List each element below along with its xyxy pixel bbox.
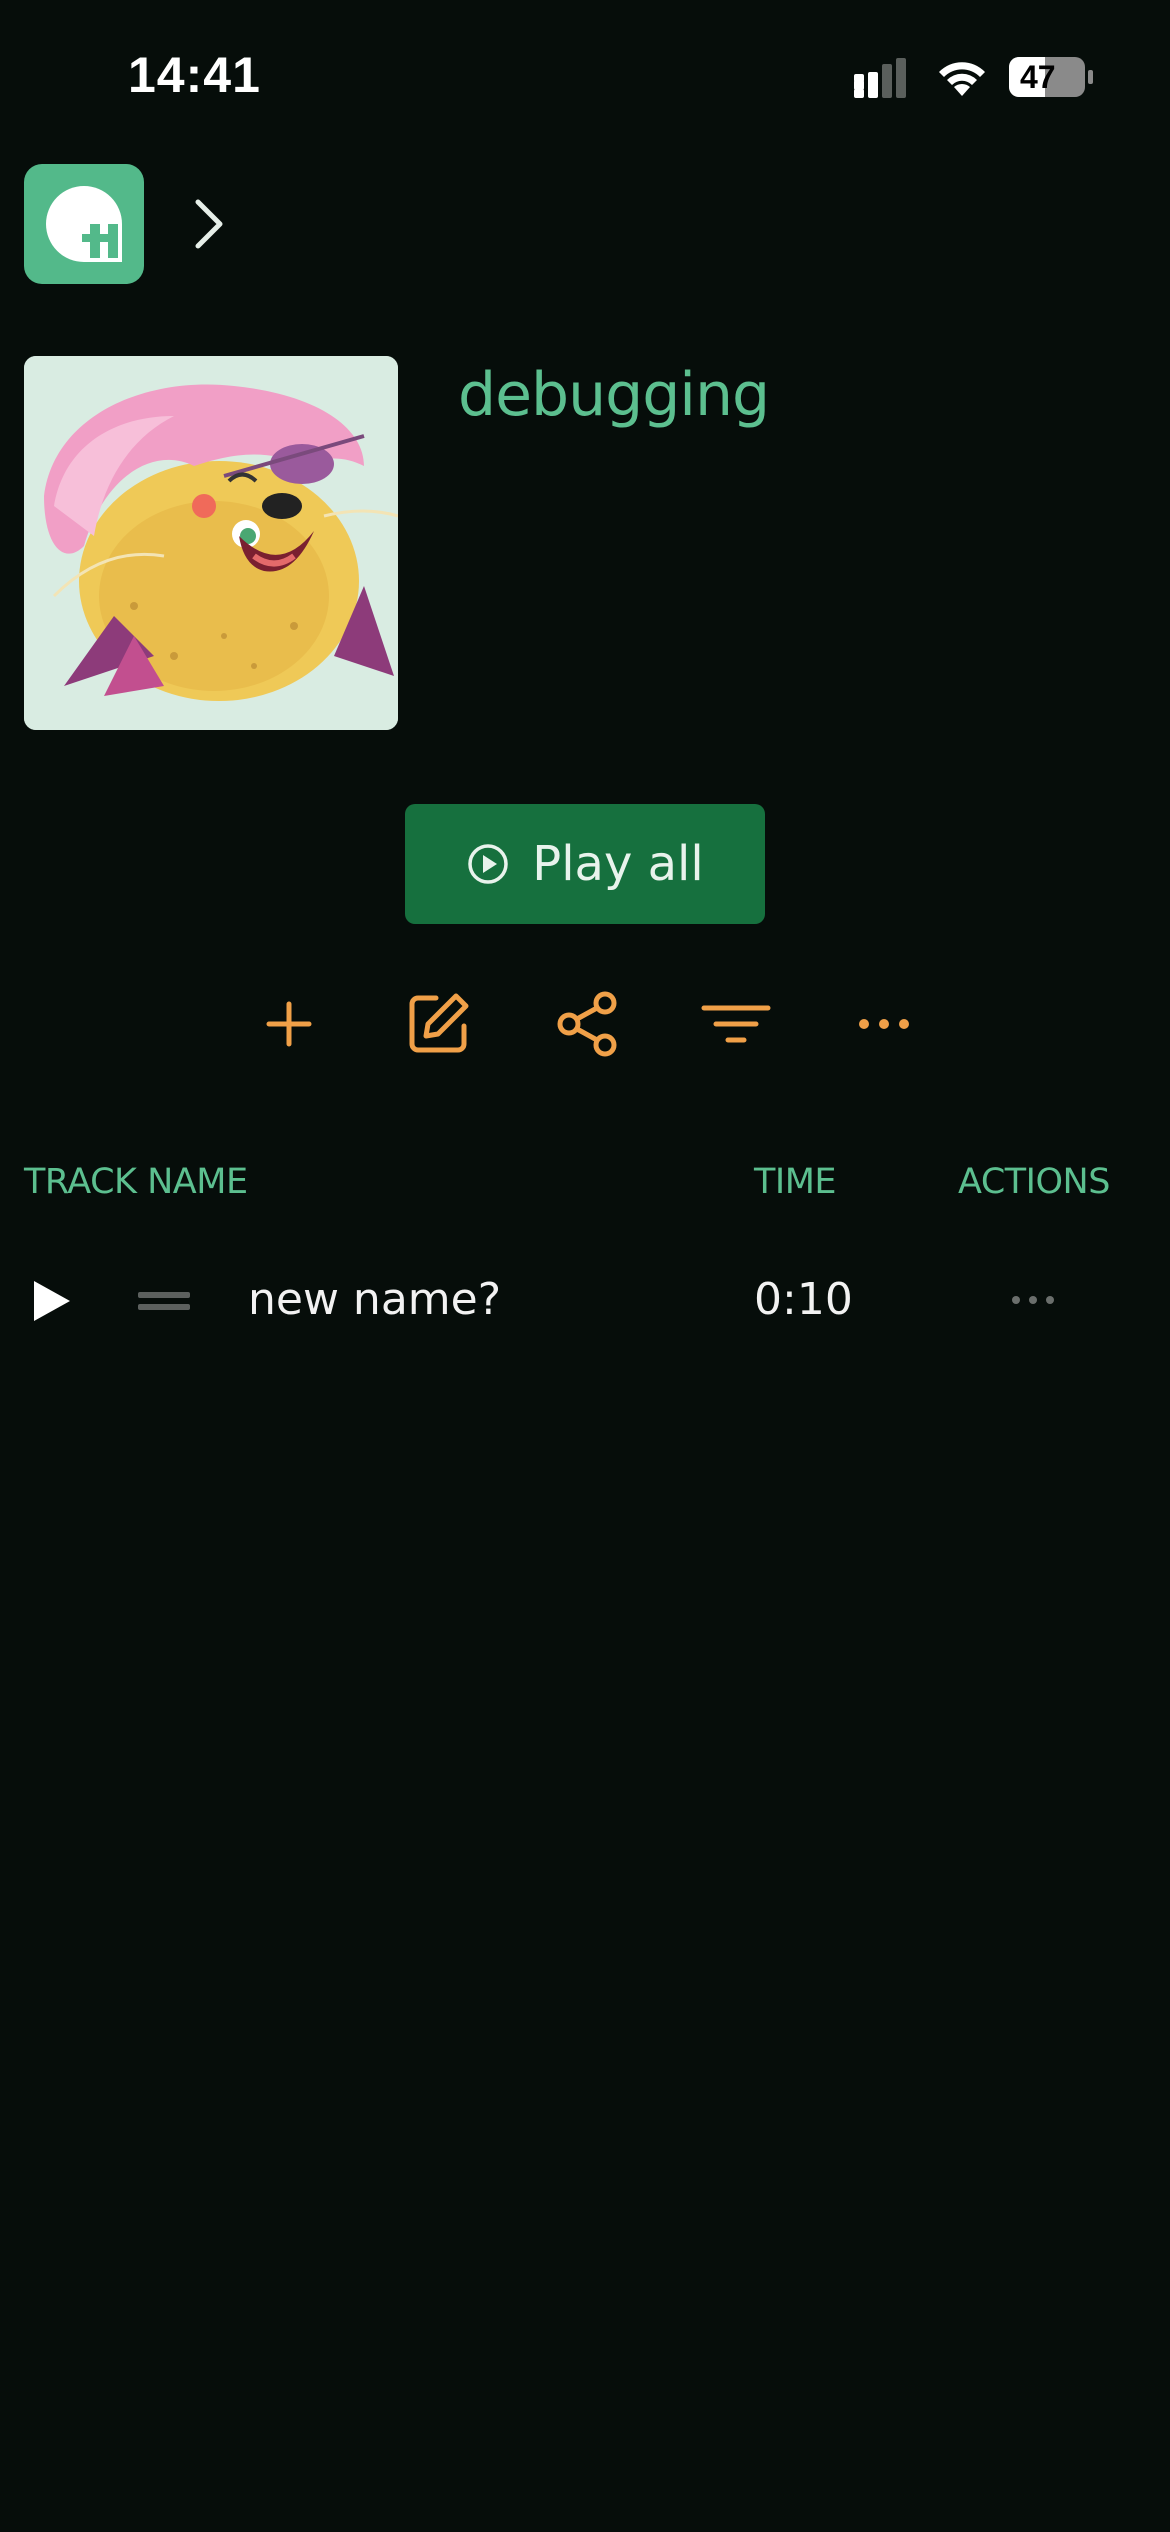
edit-icon — [409, 993, 469, 1053]
edit-playlist-button[interactable] — [398, 984, 478, 1064]
column-header-track-name[interactable]: TRACK NAME — [24, 1162, 248, 1202]
status-time: 14:41 — [128, 47, 261, 103]
wifi-icon — [939, 62, 985, 96]
play-all-button[interactable]: Play all — [405, 804, 765, 924]
playlist-cover-image[interactable] — [24, 356, 398, 730]
drag-handle-icon[interactable] — [138, 1288, 190, 1314]
column-header-actions: ACTIONS — [958, 1162, 1110, 1202]
battery-level: 47 — [1020, 59, 1056, 95]
play-track-icon[interactable] — [30, 1278, 74, 1324]
track-name[interactable]: new name? — [248, 1274, 501, 1325]
share-icon — [557, 991, 617, 1057]
app-logo-icon[interactable] — [24, 164, 144, 284]
filter-icon — [701, 1005, 771, 1043]
add-track-button[interactable] — [249, 984, 329, 1064]
more-horizontal-icon — [859, 1019, 909, 1029]
playlist-title[interactable]: debugging — [458, 360, 770, 430]
play-circle-icon — [468, 844, 509, 884]
cellular-signal-icon — [854, 58, 906, 98]
track-time: 0:10 — [754, 1274, 853, 1325]
play-all-label: Play all — [532, 836, 704, 892]
share-playlist-button[interactable] — [548, 984, 628, 1064]
track-more-icon[interactable] — [1010, 1290, 1056, 1310]
battery-icon: 47 — [1008, 56, 1094, 98]
column-header-time[interactable]: TIME — [754, 1162, 837, 1202]
sort-filter-button[interactable] — [696, 984, 776, 1064]
more-options-button[interactable] — [844, 984, 924, 1064]
chevron-right-icon[interactable] — [190, 196, 230, 252]
plus-icon — [266, 1001, 312, 1047]
